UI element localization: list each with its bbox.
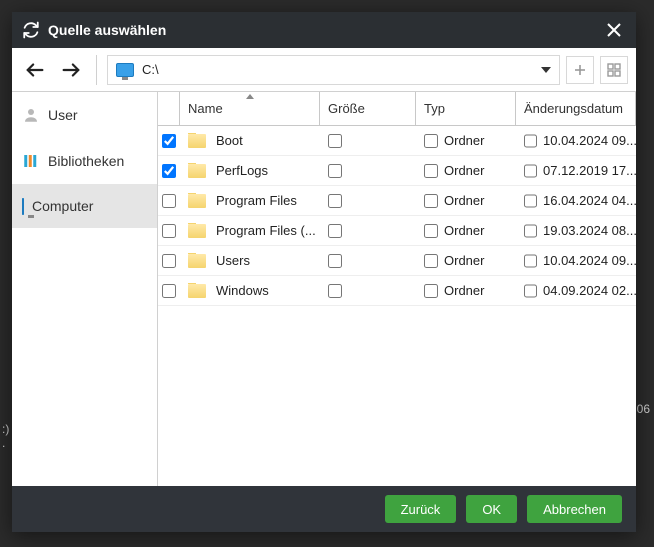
table-row[interactable]: Program Files Ordner 16.04.2024 04... <box>158 186 636 216</box>
toolbar: C:\ <box>12 48 636 92</box>
row-type: Ordner <box>444 283 484 298</box>
sidebar-item-computer[interactable]: Computer <box>12 184 157 228</box>
row-name: Program Files <box>216 193 297 208</box>
folder-icon <box>188 194 206 208</box>
cancel-button[interactable]: Abbrechen <box>527 495 622 523</box>
row-type: Ordner <box>444 193 484 208</box>
date-checkbox[interactable] <box>524 194 537 208</box>
row-type: Ordner <box>444 223 484 238</box>
type-checkbox[interactable] <box>424 224 438 238</box>
sidebar-item-user[interactable]: User <box>12 92 157 138</box>
library-icon <box>22 152 40 170</box>
row-type: Ordner <box>444 133 484 148</box>
row-checkbox[interactable] <box>162 224 176 238</box>
type-checkbox[interactable] <box>424 194 438 208</box>
size-checkbox[interactable] <box>328 194 342 208</box>
size-checkbox[interactable] <box>328 224 342 238</box>
type-checkbox[interactable] <box>424 254 438 268</box>
row-date: 19.03.2024 08... <box>543 223 636 238</box>
footer: Zurück OK Abbrechen <box>12 486 636 532</box>
row-date: 07.12.2019 17... <box>543 163 636 178</box>
column-date[interactable]: Änderungsdatum <box>516 92 636 125</box>
row-date: 10.04.2024 09... <box>543 253 636 268</box>
sync-icon <box>22 21 40 39</box>
column-type[interactable]: Typ <box>416 92 516 125</box>
path-box[interactable]: C:\ <box>107 55 560 85</box>
sidebar-item-label: User <box>48 107 78 123</box>
column-size[interactable]: Größe <box>320 92 416 125</box>
table-row[interactable]: PerfLogs Ordner 07.12.2019 17... <box>158 156 636 186</box>
file-area: Name Größe Typ Änderungsdatum Boot Ordner… <box>158 92 636 486</box>
type-checkbox[interactable] <box>424 164 438 178</box>
back-dialog-button[interactable]: Zurück <box>385 495 457 523</box>
bg-fragment-left: :) . <box>2 422 9 450</box>
row-name: Windows <box>216 283 269 298</box>
date-checkbox[interactable] <box>524 224 537 238</box>
dialog-title: Quelle auswählen <box>48 22 166 38</box>
sidebar-item-label: Bibliotheken <box>48 153 124 169</box>
dialog-body: User Bibliotheken Computer Name Größe Typ … <box>12 92 636 486</box>
sidebar-item-bibliotheken[interactable]: Bibliotheken <box>12 138 157 184</box>
row-checkbox[interactable] <box>162 254 176 268</box>
row-checkbox[interactable] <box>162 284 176 298</box>
ok-button[interactable]: OK <box>466 495 517 523</box>
row-checkbox[interactable] <box>162 164 176 178</box>
source-select-dialog: Quelle auswählen C:\ <box>12 12 636 532</box>
size-checkbox[interactable] <box>328 254 342 268</box>
row-checkbox[interactable] <box>162 134 176 148</box>
row-date: 16.04.2024 04... <box>543 193 636 208</box>
table-row[interactable]: Users Ordner 10.04.2024 09... <box>158 246 636 276</box>
path-text: C:\ <box>142 62 533 77</box>
date-checkbox[interactable] <box>524 134 537 148</box>
forward-button[interactable] <box>56 55 86 85</box>
size-checkbox[interactable] <box>328 284 342 298</box>
date-checkbox[interactable] <box>524 164 537 178</box>
row-name: Users <box>216 253 250 268</box>
date-checkbox[interactable] <box>524 284 537 298</box>
size-checkbox[interactable] <box>328 164 342 178</box>
folder-icon <box>188 134 206 148</box>
table-row[interactable]: Program Files (... Ordner 19.03.2024 08... <box>158 216 636 246</box>
row-date: 04.09.2024 02... <box>543 283 636 298</box>
folder-icon <box>188 284 206 298</box>
row-name: PerfLogs <box>216 163 268 178</box>
column-name[interactable]: Name <box>180 92 320 125</box>
date-checkbox[interactable] <box>524 254 537 268</box>
row-type: Ordner <box>444 163 484 178</box>
size-checkbox[interactable] <box>328 134 342 148</box>
view-grid-button[interactable] <box>600 56 628 84</box>
row-type: Ordner <box>444 253 484 268</box>
row-checkbox[interactable] <box>162 194 176 208</box>
new-folder-button[interactable] <box>566 56 594 84</box>
back-button[interactable] <box>20 55 50 85</box>
table-row[interactable]: Windows Ordner 04.09.2024 02... <box>158 276 636 306</box>
close-button[interactable] <box>602 18 626 42</box>
folder-icon <box>188 254 206 268</box>
sidebar: User Bibliotheken Computer <box>12 92 158 486</box>
column-checkbox <box>158 92 180 125</box>
folder-icon <box>188 164 206 178</box>
folder-icon <box>188 224 206 238</box>
row-name: Boot <box>216 133 243 148</box>
user-icon <box>22 106 40 124</box>
row-name: Program Files (... <box>216 223 316 238</box>
file-rows: Boot Ordner 10.04.2024 09... PerfLogs Ordner… <box>158 126 636 486</box>
table-row[interactable]: Boot Ordner 10.04.2024 09... <box>158 126 636 156</box>
titlebar: Quelle auswählen <box>12 12 636 48</box>
monitor-icon <box>22 199 24 214</box>
sidebar-item-label: Computer <box>32 198 93 214</box>
monitor-icon <box>116 63 134 77</box>
toolbar-divider <box>96 55 97 85</box>
type-checkbox[interactable] <box>424 134 438 148</box>
row-date: 10.04.2024 09... <box>543 133 636 148</box>
path-dropdown[interactable] <box>541 65 551 75</box>
column-headers: Name Größe Typ Änderungsdatum <box>158 92 636 126</box>
type-checkbox[interactable] <box>424 284 438 298</box>
